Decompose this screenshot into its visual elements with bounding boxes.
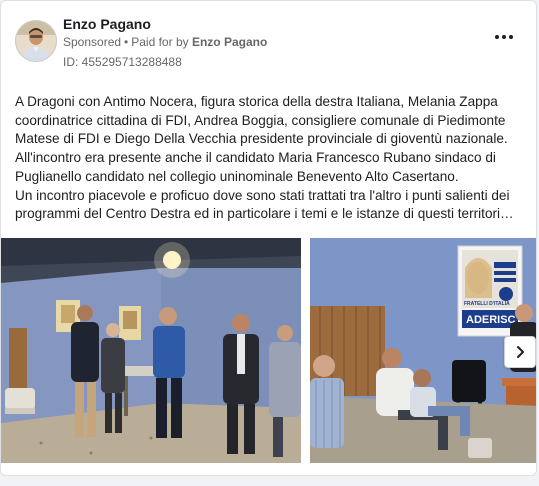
carousel-photo-1[interactable] [1, 238, 301, 463]
sponsored-label: Sponsored [63, 35, 122, 49]
photo-carousel: ADERISC FRATELLI D'ITALIA [1, 238, 536, 464]
post-text-line: Matese di FDI e Diego Della Vecchia pres… [15, 131, 508, 147]
author-name[interactable]: Enzo Pagano [63, 16, 151, 32]
carousel-photo-2[interactable]: ADERISC FRATELLI D'ITALIA [310, 238, 536, 463]
more-horizontal-icon [495, 35, 499, 39]
chevron-right-icon [517, 346, 524, 358]
avatar[interactable] [15, 20, 57, 62]
post-text-line: All'incontro era presente anche il candi… [15, 150, 496, 166]
poster-subtext: FRATELLI D'ITALIA [464, 301, 510, 307]
post-text-line: coordinatrice cittadina di FDI, Andrea B… [15, 112, 506, 128]
post-text-line[interactable]: programmi del Centro Destra ed in partic… [15, 205, 527, 224]
more-horizontal-icon [509, 35, 513, 39]
post-text-line: Puglianello candidato nel collegio unino… [15, 168, 459, 184]
carousel-next-button[interactable] [504, 336, 536, 368]
poster-text: ADERISC [466, 314, 516, 326]
post-header: Enzo Pagano Sponsored • Paid for by Enzo P… [15, 15, 522, 71]
post-text-line: A Dragoni con Antimo Nocera, figura stor… [15, 94, 498, 109]
paid-for-name: Enzo Pagano [191, 35, 268, 49]
post-body: A Dragoni con Antimo Nocera, figura stor… [15, 93, 527, 224]
meta-separator: • [124, 35, 129, 49]
more-horizontal-icon [502, 35, 506, 39]
ad-id: ID: 455295713288488 [63, 55, 182, 69]
paid-for-label: Paid for by [131, 35, 189, 49]
post-text-line: Un incontro piacevole e proficuo dove so… [15, 187, 510, 203]
more-options-button[interactable] [492, 29, 516, 45]
ad-card: Enzo Pagano Sponsored • Paid for by Enzo P… [0, 0, 537, 476]
sponsored-line: Sponsored • Paid for by Enzo Pagano [63, 35, 267, 49]
